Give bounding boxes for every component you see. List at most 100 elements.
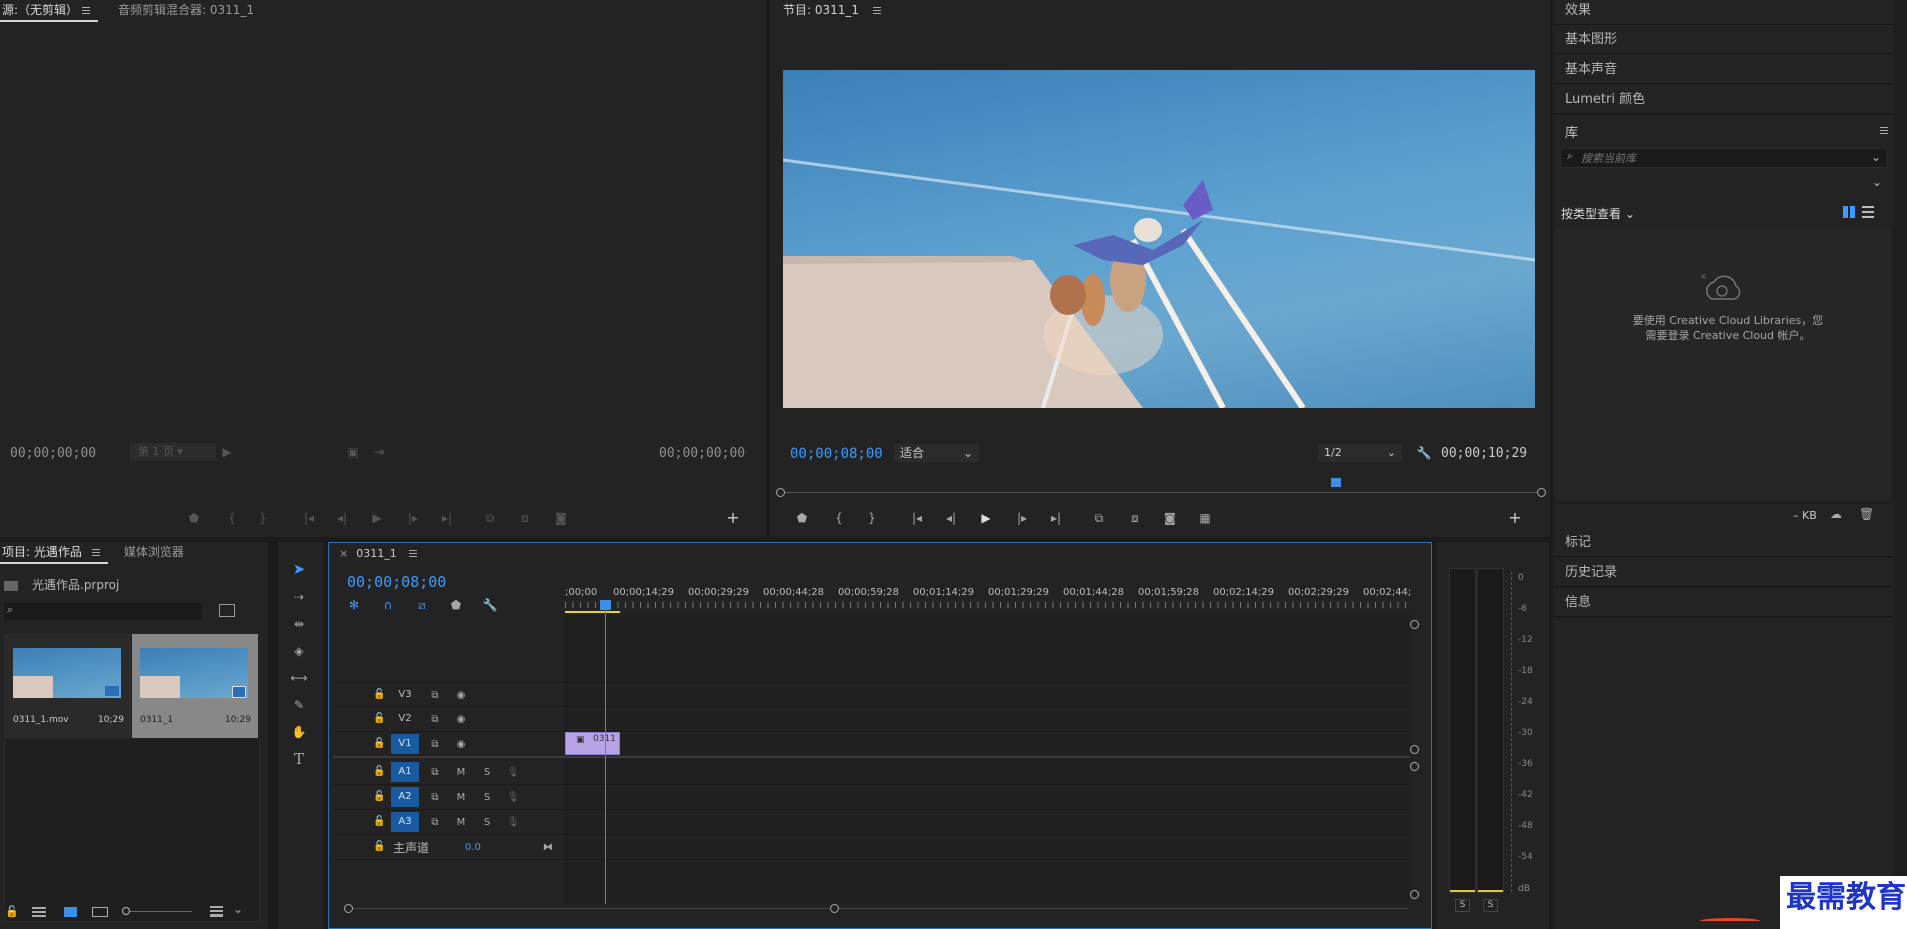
solo-left-button[interactable]: S [1455, 899, 1470, 912]
icon-view-icon[interactable] [64, 907, 77, 917]
video-clip[interactable]: ▣ 0311 [565, 732, 620, 755]
eye-icon[interactable]: ◉ [451, 739, 471, 750]
effects-item[interactable]: 效果 [1553, 0, 1893, 25]
mark-out-icon[interactable]: } [254, 509, 272, 527]
snap-magnet-icon[interactable]: ∩ [379, 596, 397, 614]
track-label[interactable]: A1 [391, 762, 419, 782]
dropdown-icon[interactable]: ⇥ [370, 443, 388, 461]
project-search[interactable]: ⌕ [4, 603, 202, 620]
mark-in-icon[interactable]: { [830, 509, 848, 527]
mute-button[interactable]: M [451, 792, 471, 803]
slip-tool-icon[interactable]: ⟷ [290, 669, 308, 687]
safe-margin-icon[interactable]: ▣ [344, 443, 362, 461]
razor-tool-icon[interactable]: ◈ [290, 642, 308, 660]
sort-icon[interactable] [210, 906, 223, 917]
project-item[interactable]: 0311_1.mov 10;29 [5, 634, 131, 738]
extract-icon[interactable]: ⧈ [1126, 509, 1144, 527]
track-a1[interactable]: 🔓 A1 ⧉ M S 🎙 [333, 760, 563, 784]
microphone-icon[interactable]: 🎙 [503, 767, 523, 778]
mark-in-icon[interactable]: { [223, 509, 241, 527]
solo-button[interactable]: S [477, 792, 497, 803]
step-back-icon[interactable]: ◂| [942, 509, 960, 527]
panel-menu-icon[interactable] [1880, 127, 1888, 135]
solo-button[interactable]: S [477, 767, 497, 778]
lock-icon[interactable]: 🔓 [373, 713, 387, 725]
list-view-icon[interactable] [32, 907, 46, 917]
program-timecode[interactable]: 00;00;08;00 [790, 446, 883, 462]
sync-lock-icon[interactable]: ⧉ [425, 817, 445, 828]
resolution-dropdown[interactable]: 1/2 ⌄ [1318, 444, 1402, 462]
info-item[interactable]: 信息 [1553, 588, 1893, 617]
list-view-icon[interactable] [1862, 206, 1874, 218]
tab-media-browser[interactable]: 媒体浏览器 [116, 542, 192, 564]
nest-icon[interactable]: ✻ [345, 596, 363, 614]
overwrite-icon[interactable]: ⧈ [516, 509, 534, 527]
chevron-down-icon[interactable]: ⌄ [1871, 150, 1881, 164]
scrubber-start-handle[interactable] [776, 488, 785, 497]
panel-menu-icon[interactable] [91, 548, 100, 557]
essential-sound-item[interactable]: 基本声音 [1553, 55, 1893, 84]
camera-icon[interactable]: ◙ [1161, 509, 1179, 527]
lock-icon[interactable]: 🔓 [5, 905, 19, 918]
master-end-icon[interactable]: ⧓ [543, 842, 553, 853]
wrench-icon[interactable]: 🔧 [481, 596, 499, 614]
panel-menu-icon[interactable] [873, 6, 882, 15]
hand-tool-icon[interactable]: ✋ [290, 723, 308, 741]
go-to-out-icon[interactable]: ▸| [1047, 509, 1065, 527]
panel-menu-icon[interactable] [82, 6, 91, 15]
lock-icon[interactable]: 🔓 [373, 791, 387, 803]
video-scrollbar-bottom-handle[interactable] [1410, 745, 1419, 754]
h-scroll-right-handle[interactable] [830, 904, 839, 913]
add-marker-icon[interactable]: ⬟ [447, 596, 465, 614]
solo-button[interactable]: S [477, 817, 497, 828]
add-button-icon[interactable]: + [1506, 509, 1524, 527]
zoom-slider-handle[interactable] [122, 907, 130, 915]
marker-icon[interactable]: ⬟ [793, 509, 811, 527]
trash-icon[interactable]: 🗑 [1859, 507, 1874, 521]
markers-item[interactable]: 标记 [1553, 528, 1893, 557]
grid-view-icon[interactable] [1843, 206, 1855, 218]
linked-selection-icon[interactable]: ⧄ [413, 596, 431, 614]
lock-icon[interactable]: 🔓 [373, 766, 387, 778]
fit-dropdown[interactable]: 适合 ⌄ [894, 444, 979, 462]
mute-button[interactable]: M [451, 817, 471, 828]
master-value[interactable]: 0.0 [465, 842, 481, 853]
sync-lock-icon[interactable]: ⧉ [425, 792, 445, 803]
lumetri-item[interactable]: Lumetri 颜色 [1553, 85, 1893, 114]
solo-right-button[interactable]: S [1483, 899, 1498, 912]
track-a3[interactable]: 🔓 A3 ⧉ M S 🎙 [333, 810, 563, 834]
mute-button[interactable]: M [451, 767, 471, 778]
track-a2[interactable]: 🔓 A2 ⧉ M S 🎙 [333, 785, 563, 809]
video-scrollbar-top-handle[interactable] [1410, 620, 1419, 629]
library-search[interactable]: ⌕ ⌄ [1560, 148, 1888, 168]
project-item[interactable]: 0311_1 10;29 [132, 634, 258, 738]
panel-menu-icon[interactable] [408, 550, 417, 558]
sync-lock-icon[interactable]: ⧉ [425, 739, 445, 750]
track-v1[interactable]: 🔓 V1 ⧉ ◉ [333, 732, 563, 756]
compare-icon[interactable]: ▦ [1196, 509, 1214, 527]
track-v3[interactable]: 🔓 V3 ⧉ ◉ [333, 683, 563, 707]
page-select[interactable]: 第 1 页 ▾ [130, 443, 216, 461]
insert-icon[interactable]: ⧉ [481, 509, 499, 527]
freeform-view-icon[interactable] [92, 907, 108, 917]
audio-scrollbar-bottom-handle[interactable] [1410, 890, 1419, 899]
program-scrubber[interactable] [776, 478, 1546, 508]
selection-tool-icon[interactable]: ➤ [290, 560, 308, 578]
h-scroll-left-handle[interactable] [344, 904, 353, 913]
cloud-sync-icon[interactable]: ☁ [1830, 507, 1842, 521]
eye-icon[interactable]: ◉ [451, 690, 471, 701]
play-icon[interactable]: ▶ [977, 509, 995, 527]
step-forward-icon[interactable]: |▸ [1013, 509, 1031, 527]
timeline-playhead-handle[interactable] [600, 600, 611, 610]
tab-project[interactable]: 项目: 光遇作品 [0, 542, 108, 564]
view-by-type-button[interactable]: 按类型查看 ⌄ [1561, 205, 1635, 222]
program-video-frame[interactable] [783, 70, 1535, 408]
work-area-bar[interactable] [565, 611, 620, 613]
track-label[interactable]: A2 [391, 787, 419, 807]
play-icon[interactable]: ▶ [368, 509, 386, 527]
track-v2[interactable]: 🔓 V2 ⧉ ◉ [333, 707, 563, 731]
playhead-marker[interactable] [1331, 478, 1342, 487]
go-to-in-icon[interactable]: |◂ [300, 509, 318, 527]
go-to-out-icon[interactable]: ▸| [438, 509, 456, 527]
step-forward-icon[interactable]: |▸ [404, 509, 422, 527]
